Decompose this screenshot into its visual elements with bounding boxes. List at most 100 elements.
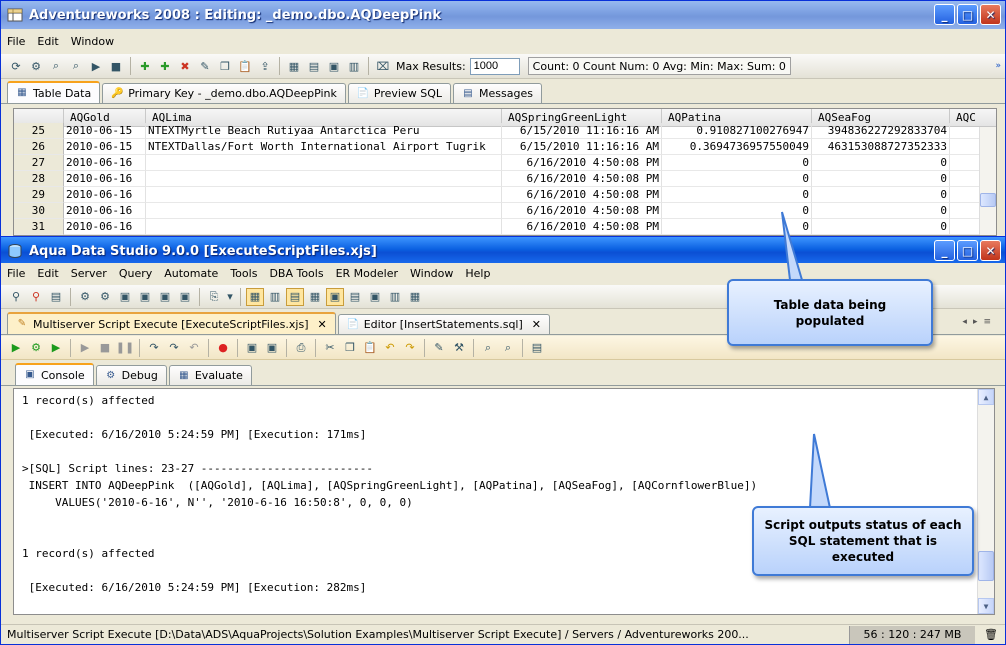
scroll-up-icon[interactable]: ▲ bbox=[978, 389, 994, 405]
menu-edit[interactable]: Edit bbox=[31, 35, 64, 48]
menu-help[interactable]: Help bbox=[459, 267, 496, 280]
tab-navigation[interactable]: ◂▸≡ bbox=[962, 317, 997, 327]
row-number[interactable]: 26 bbox=[14, 139, 64, 155]
split-layout-icon[interactable]: ▥ bbox=[266, 288, 284, 306]
stop-icon[interactable]: ■ bbox=[96, 339, 114, 357]
query-tab-icon[interactable]: ▣ bbox=[136, 288, 154, 306]
grid-vertical-scrollbar[interactable] bbox=[979, 127, 996, 235]
table-row[interactable]: 29 2010-06-16 6/16/2010 4:50:08 PM 0 0 bbox=[14, 187, 996, 203]
max-results-input[interactable] bbox=[469, 57, 520, 75]
pause-icon[interactable]: ❚❚ bbox=[116, 339, 134, 357]
tab-messages[interactable]: ▤ Messages bbox=[453, 83, 542, 103]
tab-primary-key[interactable]: 🔑 Primary Key - _demo.dbo.AQDeepPink bbox=[102, 83, 346, 103]
grid-layout-icon[interactable]: ▦ bbox=[246, 287, 264, 306]
step-out-icon[interactable]: ↶ bbox=[185, 339, 203, 357]
cell-aqspringgreenlight[interactable]: 6/16/2010 4:50:08 PM bbox=[502, 203, 662, 219]
save-icon[interactable]: ▣ bbox=[243, 339, 261, 357]
menu-window[interactable]: Window bbox=[404, 267, 459, 280]
connect-icon[interactable]: ⚲ bbox=[7, 288, 25, 306]
cell-aqgold[interactable]: 2010-06-16 bbox=[64, 171, 146, 187]
filter-icon[interactable]: ⚙ bbox=[27, 57, 45, 75]
delete-row-icon[interactable]: ✖ bbox=[176, 57, 194, 75]
find-next-icon[interactable]: ⌕ bbox=[67, 57, 85, 75]
table-row[interactable]: 31 2010-06-16 6/16/2010 4:50:08 PM 0 0 bbox=[14, 219, 996, 235]
menu-dba-tools[interactable]: DBA Tools bbox=[263, 267, 329, 280]
replace-icon[interactable]: ⌕ bbox=[499, 339, 517, 357]
tab-console[interactable]: ▣ Console bbox=[15, 363, 94, 385]
print-icon[interactable]: ⎙ bbox=[292, 339, 310, 357]
tab-table-data[interactable]: ▦ Table Data bbox=[7, 81, 101, 103]
execute-icon[interactable]: ▶ bbox=[7, 339, 25, 357]
cell-aqgold[interactable]: 2010-06-16 bbox=[64, 155, 146, 171]
menu-er-modeler[interactable]: ER Modeler bbox=[330, 267, 404, 280]
find-icon[interactable]: ⌕ bbox=[47, 57, 65, 75]
save-as-icon[interactable]: ▣ bbox=[263, 339, 281, 357]
copy-icon[interactable]: ❐ bbox=[341, 339, 359, 357]
cell-aqpatina[interactable]: 0 bbox=[662, 219, 812, 235]
cell-aqpatina[interactable]: 0 bbox=[662, 155, 812, 171]
cell-aqlima[interactable] bbox=[146, 187, 502, 203]
minimize-button[interactable]: _ bbox=[934, 4, 955, 25]
table-layout-icon[interactable]: ▤ bbox=[346, 288, 364, 306]
grid-icon[interactable]: ▦ bbox=[406, 288, 424, 306]
copy-icon[interactable]: ❐ bbox=[216, 57, 234, 75]
run-icon[interactable]: ▶ bbox=[87, 57, 105, 75]
chart-icon[interactable]: ▥ bbox=[386, 288, 404, 306]
dropdown-arrow-icon[interactable]: ▾ bbox=[225, 288, 235, 306]
cell-aqpatina[interactable]: 0 bbox=[662, 171, 812, 187]
text-view-icon[interactable]: ▥ bbox=[345, 57, 363, 75]
minimize-button[interactable]: _ bbox=[934, 240, 955, 261]
options-icon[interactable]: ▤ bbox=[528, 339, 546, 357]
cell-aqlima[interactable]: NTEXTMyrtle Beach Rutiyaa Antarctica Per… bbox=[146, 123, 502, 139]
pivot-layout-icon[interactable]: ▣ bbox=[326, 287, 344, 306]
query-analyzer-icon[interactable]: ▣ bbox=[156, 288, 174, 306]
tab-multiserver-script-execute[interactable]: ✎ Multiserver Script Execute [ExecuteScri… bbox=[7, 312, 336, 334]
table-row[interactable]: 30 2010-06-16 6/16/2010 4:50:08 PM 0 0 bbox=[14, 203, 996, 219]
cell-aqseafog[interactable]: 0 bbox=[812, 171, 950, 187]
breakpoint-icon[interactable]: ● bbox=[214, 339, 232, 357]
cell-aqseafog[interactable]: 0 bbox=[812, 187, 950, 203]
step-into-icon[interactable]: ↷ bbox=[145, 339, 163, 357]
cell-aqspringgreenlight[interactable]: 6/15/2010 11:16:16 AM bbox=[502, 123, 662, 139]
cell-aqgold[interactable]: 2010-06-16 bbox=[64, 187, 146, 203]
clear-icon[interactable]: ⌧ bbox=[374, 57, 392, 75]
cell-aqseafog[interactable]: 463153088727352333 bbox=[812, 139, 950, 155]
cell-aqseafog[interactable]: 0 bbox=[812, 203, 950, 219]
console-vertical-scrollbar[interactable]: ▲ ▼ bbox=[977, 389, 994, 614]
tab-editor-insertstatements[interactable]: 📄 Editor [InsertStatements.sql] ✕ bbox=[337, 314, 551, 334]
cell-aqspringgreenlight[interactable]: 6/16/2010 4:50:08 PM bbox=[502, 187, 662, 203]
close-tab-icon[interactable]: ✕ bbox=[532, 318, 541, 331]
grid-scroll-thumb[interactable] bbox=[980, 193, 996, 207]
tab-debug[interactable]: ⚙ Debug bbox=[95, 365, 167, 385]
refresh-icon[interactable]: ⟳ bbox=[7, 57, 25, 75]
menu-automate[interactable]: Automate bbox=[158, 267, 224, 280]
cell-aqpatina[interactable]: 0 bbox=[662, 203, 812, 219]
tools-icon[interactable]: ⚒ bbox=[450, 339, 468, 357]
menu-file[interactable]: File bbox=[1, 267, 31, 280]
menu-file[interactable]: File bbox=[1, 35, 31, 48]
disconnect-icon[interactable]: ⚲ bbox=[27, 288, 45, 306]
results-layout-icon[interactable]: ▤ bbox=[286, 287, 304, 306]
cell-aqspringgreenlight[interactable]: 6/16/2010 4:50:08 PM bbox=[502, 219, 662, 235]
server-properties-icon[interactable]: ⚙ bbox=[96, 288, 114, 306]
menu-edit[interactable]: Edit bbox=[31, 267, 64, 280]
query-builder-icon[interactable]: ▣ bbox=[176, 288, 194, 306]
add-row-icon[interactable]: ✚ bbox=[136, 57, 154, 75]
cell-aqgold[interactable]: 2010-06-15 bbox=[64, 123, 146, 139]
grid-view-icon[interactable]: ▦ bbox=[285, 57, 303, 75]
server-icon[interactable]: ▤ bbox=[47, 288, 65, 306]
format-icon[interactable]: ✎ bbox=[430, 339, 448, 357]
cell-aqspringgreenlight[interactable]: 6/16/2010 4:50:08 PM bbox=[502, 171, 662, 187]
table-row[interactable]: 27 2010-06-16 6/16/2010 4:50:08 PM 0 0 bbox=[14, 155, 996, 171]
menu-server[interactable]: Server bbox=[65, 267, 113, 280]
cell-aqlima[interactable] bbox=[146, 203, 502, 219]
paste-icon[interactable]: 📋 bbox=[236, 57, 254, 75]
close-button[interactable]: ✕ bbox=[980, 240, 1001, 261]
undo-icon[interactable]: ↶ bbox=[381, 339, 399, 357]
table-editor-titlebar[interactable]: Adventureworks 2008 : Editing: _demo.dbo… bbox=[1, 1, 1005, 29]
row-number[interactable]: 28 bbox=[14, 171, 64, 187]
cut-icon[interactable]: ✂ bbox=[321, 339, 339, 357]
table-row[interactable]: 26 2010-06-15 NTEXTDallas/Fort Worth Inter… bbox=[14, 139, 996, 155]
row-number[interactable]: 27 bbox=[14, 155, 64, 171]
row-number[interactable]: 25 bbox=[14, 123, 64, 139]
